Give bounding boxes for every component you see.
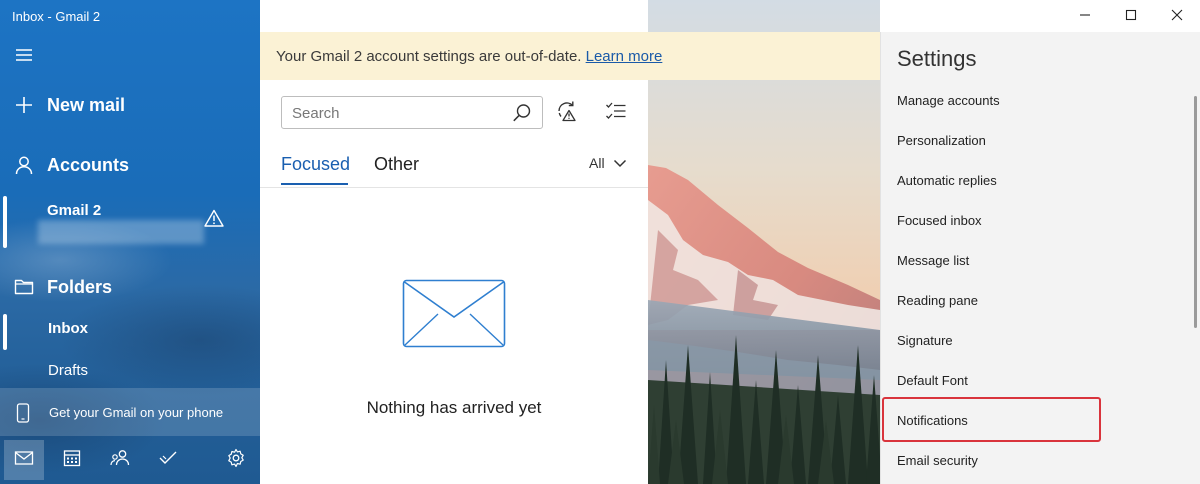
settings-item-reading-pane[interactable]: Reading pane	[897, 293, 978, 308]
folder-label: Inbox	[48, 320, 88, 337]
accounts-header[interactable]: Accounts	[0, 152, 260, 178]
search-box[interactable]	[281, 96, 543, 129]
phone-promo-label: Get your Gmail on your phone	[49, 405, 224, 420]
notifications-highlight	[882, 397, 1101, 442]
account-warning-banner: Your Gmail 2 account settings are out-of…	[260, 32, 880, 80]
phone-icon	[16, 403, 30, 428]
empty-state-message: Nothing has arrived yet	[366, 398, 542, 417]
folder-inbox[interactable]: Inbox	[0, 310, 260, 350]
folder-drafts[interactable]: Drafts	[0, 352, 260, 388]
sync-warning-icon	[555, 99, 579, 128]
tab-focused[interactable]: Focused	[281, 154, 350, 175]
tab-active-indicator	[281, 183, 348, 185]
settings-nav-button[interactable]	[216, 440, 256, 480]
selection-indicator	[3, 196, 7, 248]
search-icon[interactable]	[512, 103, 532, 128]
minimize-button[interactable]	[1070, 6, 1100, 28]
settings-gear-icon	[226, 448, 246, 473]
selection-mode-button[interactable]	[603, 100, 629, 126]
filter-label: All	[589, 155, 605, 171]
bottom-nav	[0, 436, 260, 484]
calendar-nav-button[interactable]	[52, 440, 92, 480]
folders-label: Folders	[47, 276, 113, 297]
todo-icon	[158, 449, 178, 472]
folder-label: Drafts	[48, 362, 89, 379]
settings-item-automatic-replies[interactable]: Automatic replies	[897, 173, 997, 188]
mail-nav-button[interactable]	[4, 440, 44, 480]
maximize-icon	[1125, 8, 1137, 26]
selection-indicator	[3, 314, 7, 350]
folder-icon	[13, 276, 35, 298]
calendar-icon	[63, 449, 81, 472]
close-icon	[1171, 8, 1183, 26]
filter-dropdown[interactable]: All	[589, 155, 627, 171]
new-mail-label: New mail	[47, 94, 126, 115]
minimize-icon	[1079, 8, 1091, 26]
checklist-icon	[605, 101, 627, 126]
settings-item-message-list[interactable]: Message list	[897, 253, 969, 268]
search-input[interactable]	[292, 103, 502, 123]
learn-more-link[interactable]: Learn more	[586, 48, 663, 65]
settings-title: Settings	[897, 46, 977, 71]
mail-icon	[14, 450, 34, 471]
sidebar: Inbox - Gmail 2 New mail Accounts Gmail …	[0, 0, 260, 484]
account-name: Gmail 2	[47, 202, 102, 219]
warning-icon	[204, 209, 224, 232]
banner-message: Your Gmail 2 account settings are out-of…	[276, 48, 582, 65]
new-mail-button[interactable]: New mail	[0, 92, 260, 118]
settings-scrollbar[interactable]	[1194, 96, 1197, 328]
hamburger-menu-icon[interactable]	[14, 46, 34, 64]
accounts-label: Accounts	[47, 154, 130, 175]
settings-item-default-font[interactable]: Default Font	[897, 373, 968, 388]
window-title: Inbox - Gmail 2	[12, 9, 101, 24]
settings-item-focused-inbox[interactable]: Focused inbox	[897, 213, 982, 228]
person-icon	[13, 154, 35, 176]
envelope-icon	[402, 279, 506, 354]
people-icon	[110, 449, 130, 472]
divider	[260, 187, 648, 188]
account-email-redacted	[38, 220, 204, 244]
tab-other[interactable]: Other	[374, 154, 419, 175]
maximize-button[interactable]	[1116, 6, 1146, 28]
sync-button[interactable]	[554, 100, 580, 126]
close-button[interactable]	[1162, 6, 1192, 28]
phone-promo-button[interactable]: Get your Gmail on your phone	[0, 388, 260, 436]
account-gmail-2[interactable]: Gmail 2	[0, 194, 260, 250]
settings-item-signature[interactable]: Signature	[897, 333, 953, 348]
people-nav-button[interactable]	[100, 440, 140, 480]
settings-item-email-security[interactable]: Email security	[897, 453, 978, 468]
plus-icon	[13, 94, 35, 116]
settings-item-manage-accounts[interactable]: Manage accounts	[897, 93, 1000, 108]
chevron-down-icon	[613, 155, 627, 171]
todo-nav-button[interactable]	[148, 440, 188, 480]
folders-header[interactable]: Folders	[0, 274, 260, 300]
settings-item-personalization[interactable]: Personalization	[897, 133, 986, 148]
